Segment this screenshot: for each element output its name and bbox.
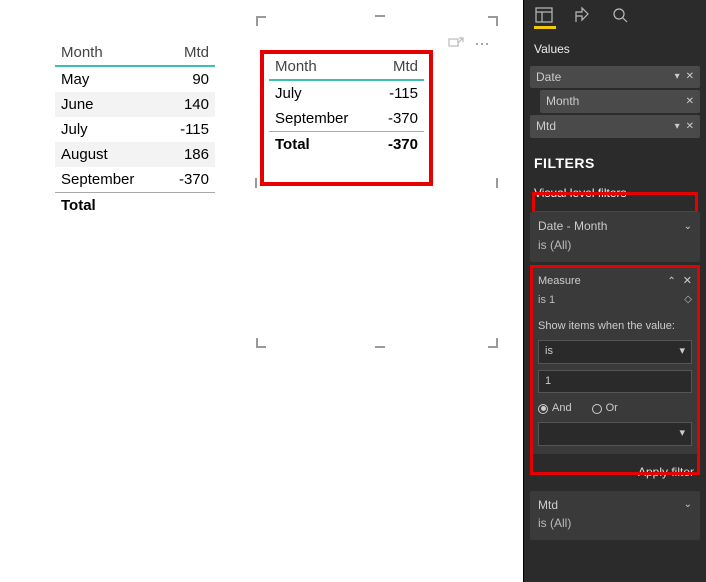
visualizations-pane: Values Date ▾ ✕ Month ✕ Mtd ▾ ✕ FILTERS … [523,0,706,582]
table-row: July-115 [55,117,215,142]
selection-handle[interactable] [496,178,498,188]
chevron-down-icon: ▾ [679,344,685,359]
remove-icon[interactable]: ✕ [686,95,694,109]
selection-handle[interactable] [375,15,385,17]
table-row: September-370 [55,167,215,193]
visual-header [448,36,490,52]
analytics-tab-icon[interactable] [610,6,630,29]
chevron-down-icon[interactable]: ⌄ [684,220,692,234]
report-canvas: Month Mtd May90 June140 July-115 August1… [0,0,523,582]
col-mtd: Mtd [162,40,215,66]
selection-handle[interactable] [375,346,385,348]
filter-summary: is (All) [538,515,692,532]
filter-condition-label: Show items when the value: [538,319,692,334]
filter-title: Measure [538,274,581,289]
filter-title: Date - Month [538,218,607,235]
filter-operator2-select[interactable]: ▾ [538,422,692,445]
chevron-down-icon[interactable]: ▾ [675,120,680,134]
apply-filter-button[interactable]: Apply filter [524,454,706,485]
chevron-down-icon[interactable]: ▾ [675,70,680,84]
field-well-month[interactable]: Month ✕ [540,90,700,113]
filter-summary: is (All) [538,237,692,254]
format-tab-icon[interactable] [572,6,592,29]
radio-or[interactable]: Or [592,401,618,416]
table-left: Month Mtd May90 June140 July-115 August1… [55,40,215,218]
chevron-down-icon[interactable]: ⌄ [684,498,692,512]
selection-handle[interactable] [488,338,498,348]
filter-card-measure[interactable]: Measure ⌃ ✕ is 1 ◇ Show items when the v… [530,268,700,454]
filter-title: Mtd [538,497,558,514]
remove-icon[interactable]: ✕ [686,120,694,134]
remove-icon[interactable]: ✕ [686,70,694,84]
annotation-highlight [532,192,698,214]
remove-icon[interactable]: ✕ [683,275,692,287]
chevron-down-icon: ▾ [679,426,685,441]
filter-logic-radios: And Or [538,401,692,416]
selection-handle[interactable] [255,178,257,188]
table-row: June140 [55,92,215,117]
active-tab-indicator [534,26,556,29]
filter-operator-select[interactable]: is ▾ [538,340,692,363]
radio-and[interactable]: And [538,401,572,416]
table-total-row: Total [55,193,215,219]
table-row: August186 [55,142,215,167]
field-well-date[interactable]: Date ▾ ✕ [530,66,700,89]
filters-section-label: FILTERS [524,140,706,180]
selection-handle[interactable] [256,16,266,26]
filter-summary: is 1 [538,293,555,308]
table-row: May90 [55,66,215,92]
filter-card-date-month[interactable]: Date - Month ⌄ is (All) [530,212,700,262]
radio-icon [538,404,548,414]
focus-mode-icon[interactable] [448,36,464,52]
selection-handle[interactable] [256,338,266,348]
clear-filter-icon[interactable]: ◇ [684,293,692,307]
filter-card-mtd[interactable]: Mtd ⌄ is (All) [530,491,700,541]
values-section-label: Values [524,33,706,64]
selection-handle[interactable] [488,16,498,26]
more-options-icon[interactable] [474,36,490,52]
annotation-highlight [260,50,433,186]
filter-value-input[interactable]: 1 [538,370,692,393]
chevron-up-icon[interactable]: ⌃ [667,276,675,287]
field-well-mtd[interactable]: Mtd ▾ ✕ [530,115,700,138]
col-month: Month [55,40,162,66]
radio-icon [592,404,602,414]
